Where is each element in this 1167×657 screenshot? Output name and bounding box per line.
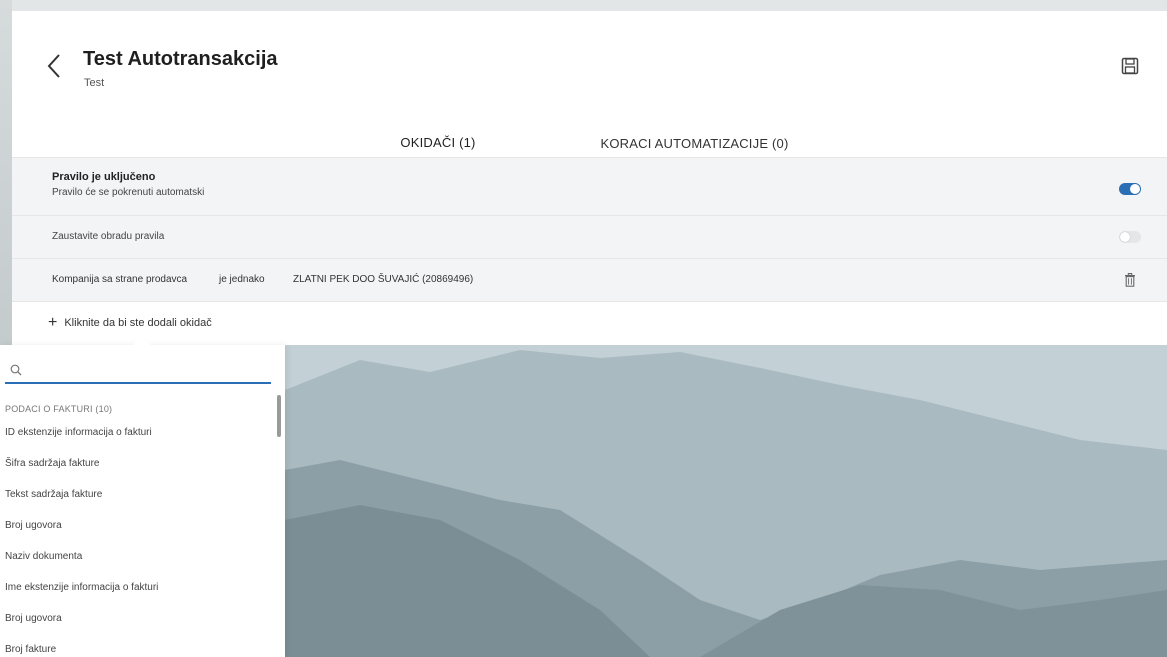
condition-value: ZLATNI PEK DOO ŠUVAJIĆ (20869496) [293,274,474,285]
add-trigger-row: + Kliknite da bi ste dodali okidač [12,301,1167,345]
plus-icon: + [48,314,58,331]
rule-enabled-toggle[interactable] [1119,183,1141,195]
list-item[interactable]: Broj ugovora [0,603,275,634]
search-icon [10,364,22,376]
search-input[interactable] [29,360,265,380]
search-field[interactable] [5,358,271,384]
trash-icon[interactable] [1124,273,1136,287]
list-item[interactable]: Broj fakture [0,634,275,657]
list-item[interactable]: Naziv dokumenta [0,541,275,572]
page-subtitle: Test [84,77,105,89]
stop-processing-toggle[interactable] [1119,231,1141,243]
stop-processing-row: Zaustavite obradu pravila [12,215,1167,258]
rule-enabled-title: Pravilo je uključeno [52,171,156,183]
left-edge-strip [0,0,12,345]
list-item[interactable]: ID ekstenzije informacija o fakturi [0,417,275,448]
stop-processing-label: Zaustavite obradu pravila [52,231,165,242]
trigger-field-dropdown: PODACI O FAKTURI (10) ID ekstenzije info… [0,345,285,657]
back-button[interactable] [42,51,66,81]
top-border [0,0,1167,11]
chevron-left-icon [47,54,60,78]
page-title: Test Autotransakcija [83,48,278,70]
trigger-condition-row: Kompanija sa strane prodavca je jednako … [12,258,1167,301]
add-trigger-button[interactable]: + Kliknite da bi ste dodali okidač [48,315,212,331]
rule-editor-panel: Test Autotransakcija Test OKIDAČI (1) KO… [12,11,1167,345]
save-icon[interactable] [1120,56,1140,76]
condition-operator: je jednako [219,274,265,285]
rule-enabled-row: Pravilo je uključeno Pravilo će se pokre… [12,157,1167,215]
group-header: PODACI O FAKTURI (10) [5,404,113,414]
add-trigger-label: Kliknite da bi ste dodali okidač [64,317,212,329]
list-item[interactable]: Broj ugovora [0,510,275,541]
field-list: ID ekstenzije informacija o fakturi Šifr… [0,417,275,657]
list-item[interactable]: Ime ekstenzije informacija o fakturi [0,572,275,603]
list-item[interactable]: Tekst sadržaja fakture [0,479,275,510]
list-item[interactable]: Šifra sadržaja fakture [0,448,275,479]
condition-field: Kompanija sa strane prodavca [52,274,188,285]
rule-enabled-description: Pravilo će se pokrenuti automatski [52,187,205,198]
dropdown-scrollbar[interactable] [277,395,281,437]
dropdown-pointer [133,336,151,345]
